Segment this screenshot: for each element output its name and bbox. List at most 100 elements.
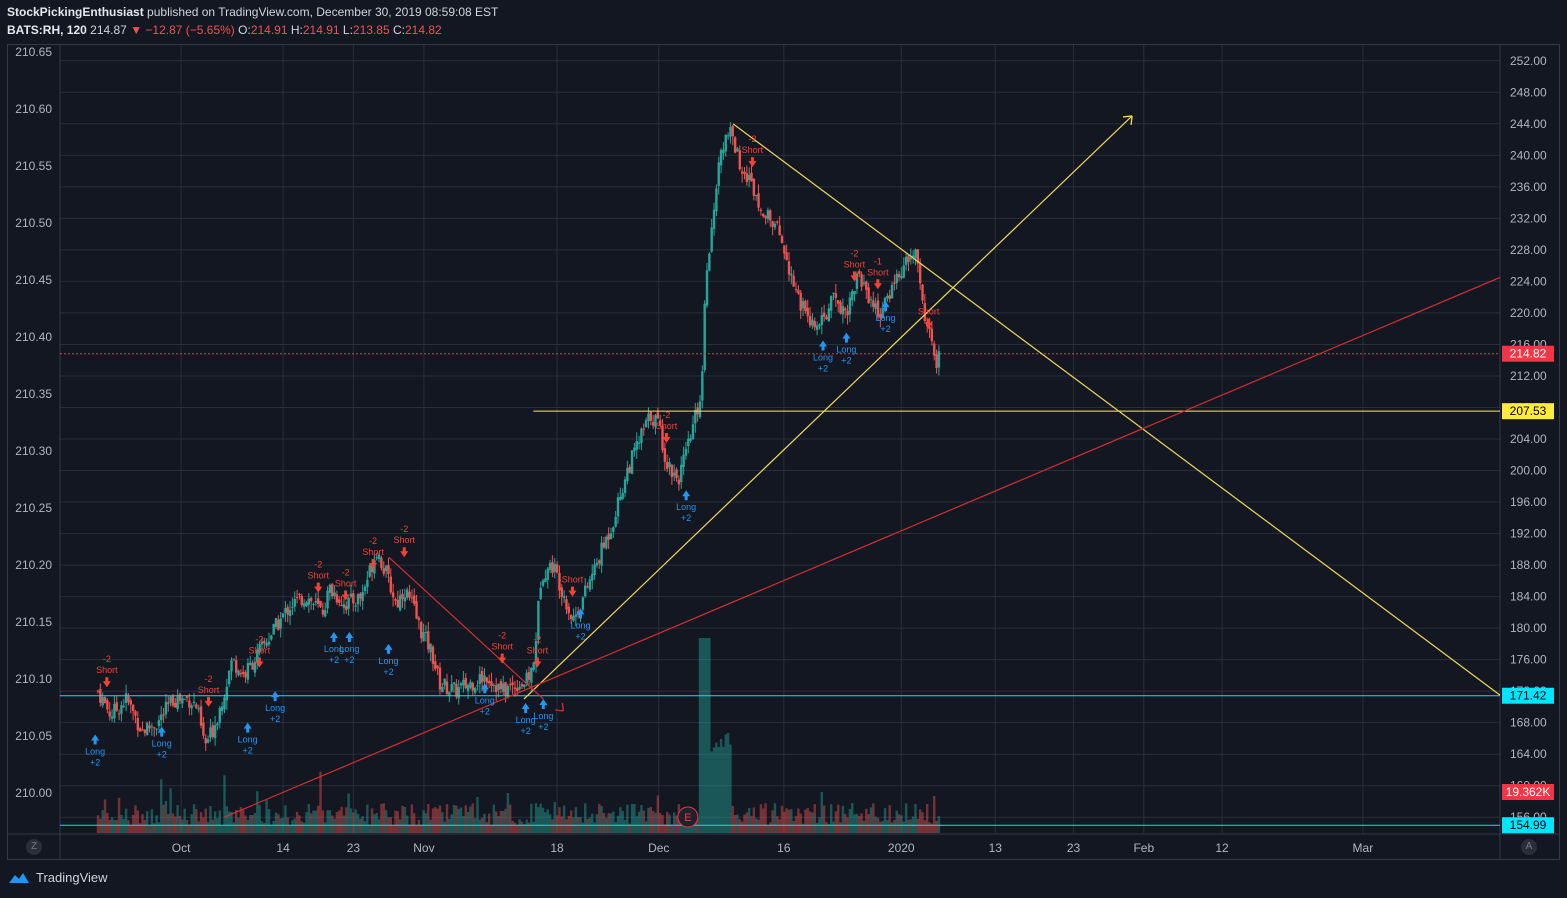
volume-bar [673,812,676,833]
volume-bar [551,819,554,833]
volume-bar [530,803,533,833]
candle-body [565,599,568,610]
volume-bar [661,814,664,833]
volume-bar [858,815,861,833]
candle-body [790,273,793,276]
candle-body [403,597,407,602]
volume-bar [103,799,107,833]
long-signal-arrow-icon [818,340,827,351]
x-axis-tick-label: Nov [413,841,434,855]
candle-body [569,615,573,620]
volume-bar [832,821,835,833]
candle-body [937,351,941,368]
candle-body [593,564,596,576]
candle-body [644,420,648,428]
candle-body [799,292,802,311]
volume-bar [778,819,781,833]
candle-body [176,696,179,710]
volume-bar [464,805,467,833]
volume-group [96,638,941,833]
candle-body [682,454,685,468]
volume-bar [413,813,416,833]
brand-name[interactable]: TradingView [36,870,108,885]
candle-body [668,462,671,467]
volume-bar [394,810,397,833]
volume-bar [539,803,542,833]
candle-body [895,273,898,283]
candle-body [131,704,135,711]
candle-body [862,282,866,284]
candle-body [181,697,184,704]
candle-body [581,597,585,610]
volume-bar [99,818,102,833]
candle-body [450,684,453,692]
short-signal-arrow-icon [873,279,882,290]
volume-bar [909,819,913,833]
candle-body [635,441,638,450]
candle-body [509,684,512,686]
volume-bar [171,813,175,833]
volume-bar [342,815,346,833]
price-chart[interactable]: 252.00 248.00 244.00 240.00 236.00 232.00 228.… [0,0,1567,898]
volume-bar [703,638,706,833]
candle-body [897,273,901,278]
volume-bar [504,808,507,833]
volume-bar [267,809,271,833]
candle-body [619,496,622,501]
short-signal-label: Short [249,646,271,656]
volume-bar [708,638,711,833]
short-signal-label: Short [393,535,415,545]
candle-body [494,685,498,693]
volume-bar [757,819,760,833]
candle-body [286,607,289,615]
volume-bar [181,819,184,833]
volume-bar [356,813,360,833]
candle-body [560,587,563,597]
volume-bar [153,823,156,833]
volume-bar [841,805,845,833]
candle-body [860,274,863,287]
candle-body [670,464,674,477]
candle-body [141,729,144,731]
volume-bar [288,824,292,833]
candle-body [349,593,353,597]
candle-body [558,573,561,591]
volume-bar [717,747,720,833]
long-signal-label: Long [85,747,105,757]
candle-body [691,424,695,439]
candle-body [185,696,189,699]
candle-body [347,597,350,609]
volume-bar [483,813,486,833]
volume-bar [265,800,268,833]
candle-body [213,725,217,738]
x-axis-tick-label: Feb [1133,841,1154,855]
candle-body [209,727,212,738]
volume-bar [448,818,451,833]
volume-bar [710,751,713,833]
short-signal-label: -2 [850,248,858,258]
volume-bar [729,744,732,833]
candle-body [851,291,854,301]
short-signal-label: -1 [874,256,882,266]
volume-bar [302,822,306,833]
auto-scale-button[interactable]: A [1521,839,1537,855]
candle-body [642,428,645,430]
volume-bar [420,824,423,833]
candle-body [272,623,275,635]
volume-bar [724,734,727,833]
long-signal-label: +2 [157,750,167,760]
volume-bar [614,822,617,833]
volume-bar [745,812,749,833]
candle-body [424,631,428,633]
long-signal-arrow-icon [329,632,338,643]
volume-bar [520,821,524,833]
volume-bar [417,819,421,833]
volume-bar [122,819,125,833]
zoom-reset-button[interactable]: Z [26,839,42,855]
candle-body [279,618,282,629]
long-signal-label: Long [836,345,856,355]
volume-bar [396,811,400,833]
long-signal-arrow-icon [345,632,354,643]
volume-bar [373,814,376,833]
signals-group: Long+2Long+2Long+2Long+2Long+2Long+2 Long… [85,134,940,767]
